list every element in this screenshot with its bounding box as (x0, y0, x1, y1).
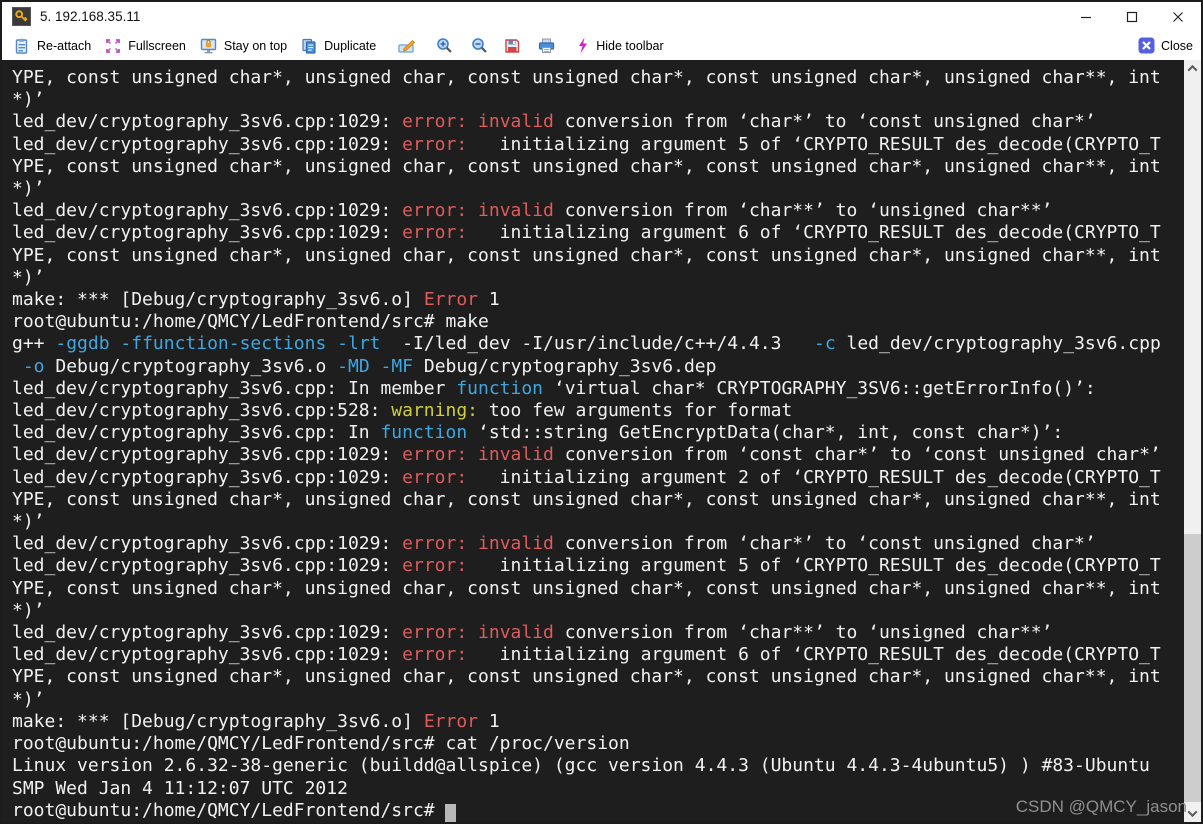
terminal-line: *)’ (12, 599, 45, 621)
scrollbar-up-arrow-icon[interactable] (1184, 60, 1201, 77)
terminal-line: led_dev/cryptography_3sv6.cpp: In functi… (12, 422, 1064, 444)
terminal-line: YPE, const unsigned char*, unsigned char… (12, 244, 1161, 266)
terminal-line: led_dev/cryptography_3sv6.cpp:1029: erro… (12, 644, 1161, 666)
session-key-icon (12, 7, 31, 26)
terminal-area: YPE, const unsigned char*, unsigned char… (2, 60, 1201, 822)
stay-on-top-button[interactable]: Stay on top (200, 38, 287, 54)
terminal-line: led_dev/cryptography_3sv6.cpp: In member… (12, 377, 1096, 399)
edit-button[interactable] (398, 38, 416, 54)
save-icon (504, 38, 520, 54)
terminal-line: root@ubuntu:/home/QMCY/LedFrontend/src# … (12, 311, 489, 333)
zoom-out-button[interactable] (471, 37, 488, 54)
terminal-line: YPE, const unsigned char*, unsigned char… (12, 155, 1161, 177)
terminal-line: YPE, const unsigned char*, unsigned char… (12, 577, 1161, 599)
zoom-in-icon (436, 37, 453, 54)
terminal-line: YPE, const unsigned char*, unsigned char… (12, 67, 1161, 88)
terminal-line: led_dev/cryptography_3sv6.cpp:1029: erro… (12, 200, 1053, 222)
terminal-output[interactable]: YPE, const unsigned char*, unsigned char… (2, 60, 1184, 822)
terminal-line: root@ubuntu:/home/QMCY/LedFrontend/src# (12, 800, 1184, 822)
terminal-line: SMP Wed Jan 4 11:12:07 UTC 2012 (12, 777, 348, 799)
hide-toolbar-button[interactable]: Hide toolbar (577, 37, 664, 54)
terminal-line: led_dev/cryptography_3sv6.cpp:1029: erro… (12, 466, 1161, 488)
close-session-button[interactable]: Close (1138, 37, 1193, 54)
terminal-line: led_dev/cryptography_3sv6.cpp:1029: erro… (12, 222, 1161, 244)
duplicate-label: Duplicate (324, 38, 377, 53)
reattach-icon (14, 38, 30, 54)
save-button[interactable] (504, 38, 520, 54)
lightning-icon (577, 37, 589, 54)
fullscreen-button[interactable]: Fullscreen (105, 38, 186, 54)
terminal-line: YPE, const unsigned char*, unsigned char… (12, 666, 1161, 688)
toolbar: Re-attach Fullscreen Stay on top Duplica… (2, 31, 1201, 60)
terminal-line: *)’ (12, 178, 45, 200)
zoom-out-icon (471, 37, 488, 54)
duplicate-icon (301, 38, 317, 54)
terminal-line: g++ -ggdb -ffunction-sections -lrt -I/le… (12, 333, 1161, 355)
titlebar: 5. 192.168.35.11 (2, 2, 1201, 31)
remote-terminal-window: 5. 192.168.35.11 Re-attach Fullscreen St… (0, 0, 1203, 824)
stay-on-top-label: Stay on top (223, 38, 288, 53)
terminal-line: Linux version 2.6.32-38-generic (buildd@… (12, 755, 1150, 777)
terminal-line: make: *** [Debug/cryptography_3sv6.o] Er… (12, 710, 500, 732)
terminal-line: led_dev/cryptography_3sv6.cpp:1029: erro… (12, 111, 1096, 133)
terminal-scrollbar[interactable] (1184, 60, 1201, 822)
terminal-line: led_dev/cryptography_3sv6.cpp:1029: erro… (12, 444, 1161, 466)
edit-icon (398, 38, 416, 54)
terminal-line: -o Debug/cryptography_3sv6.o -MD -MF Deb… (22, 355, 717, 377)
terminal-line: led_dev/cryptography_3sv6.cpp:1029: erro… (12, 133, 1161, 155)
terminal-line: *)’ (12, 89, 45, 111)
reattach-label: Re-attach (37, 38, 92, 53)
terminal-line: led_dev/cryptography_3sv6.cpp:1029: erro… (12, 622, 1053, 644)
scrollbar-down-arrow-icon[interactable] (1184, 805, 1201, 822)
reattach-button[interactable]: Re-attach (14, 38, 91, 54)
hide-toolbar-label: Hide toolbar (596, 38, 664, 53)
close-window-button[interactable] (1155, 2, 1201, 31)
terminal-line: make: *** [Debug/cryptography_3sv6.o] Er… (12, 289, 500, 311)
fullscreen-label: Fullscreen (128, 38, 186, 53)
fullscreen-icon (105, 38, 121, 54)
print-icon (538, 38, 555, 54)
stay-on-top-icon (200, 38, 217, 54)
terminal-line: *)’ (12, 511, 45, 533)
terminal-line: led_dev/cryptography_3sv6.cpp:1029: erro… (12, 555, 1161, 577)
terminal-line: *)’ (12, 688, 45, 710)
terminal-line: *)’ (12, 266, 45, 288)
scrollbar-thumb[interactable] (1184, 534, 1201, 802)
window-controls (1063, 2, 1201, 31)
close-session-icon (1138, 37, 1155, 54)
print-button[interactable] (538, 38, 555, 54)
terminal-cursor (445, 803, 457, 822)
terminal-line: led_dev/cryptography_3sv6.cpp:528: warni… (12, 400, 793, 422)
duplicate-button[interactable]: Duplicate (301, 38, 376, 54)
terminal-line: led_dev/cryptography_3sv6.cpp:1029: erro… (12, 533, 1096, 555)
minimize-button[interactable] (1063, 2, 1109, 31)
maximize-button[interactable] (1109, 2, 1155, 31)
terminal-line: YPE, const unsigned char*, unsigned char… (12, 488, 1161, 510)
zoom-in-button[interactable] (436, 37, 453, 54)
window-title: 5. 192.168.35.11 (40, 9, 141, 24)
close-session-label: Close (1161, 38, 1193, 53)
terminal-line: root@ubuntu:/home/QMCY/LedFrontend/src# … (12, 733, 630, 755)
